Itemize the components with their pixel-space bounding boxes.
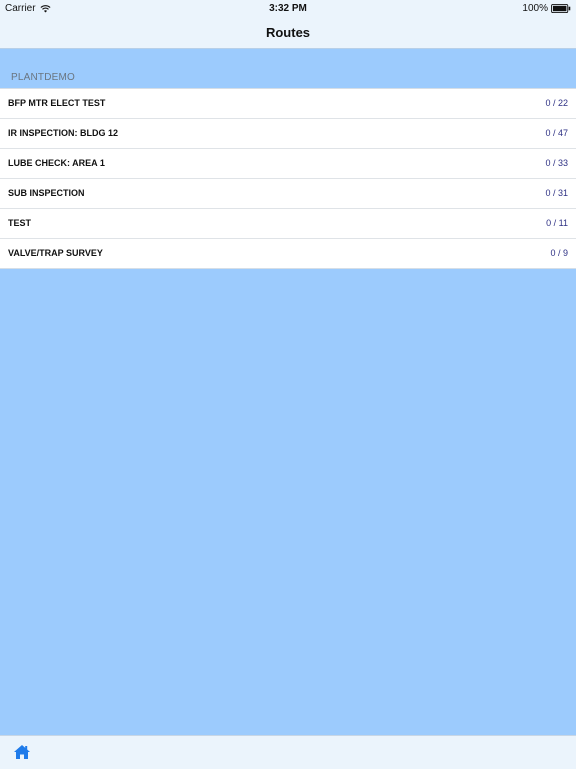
route-row[interactable]: IR INSPECTION: BLDG 12 0 / 47 — [0, 119, 576, 149]
route-list: BFP MTR ELECT TEST 0 / 22 IR INSPECTION:… — [0, 88, 576, 269]
home-icon[interactable] — [13, 744, 31, 760]
battery-group: 100% — [522, 3, 571, 14]
route-row[interactable]: SUB INSPECTION 0 / 31 — [0, 179, 576, 209]
route-count: 0 / 47 — [545, 128, 568, 138]
route-name: VALVE/TRAP SURVEY — [8, 248, 103, 258]
route-row[interactable]: VALVE/TRAP SURVEY 0 / 9 — [0, 239, 576, 268]
battery-icon — [551, 4, 571, 13]
tab-bar — [0, 735, 576, 769]
route-count: 0 / 33 — [545, 158, 568, 168]
route-count: 0 / 22 — [545, 98, 568, 108]
page-title: Routes — [265, 25, 311, 40]
status-bar: Carrier 3:32 PM 100% — [0, 0, 576, 16]
route-name: LUBE CHECK: AREA 1 — [8, 158, 105, 168]
battery-label: 100% — [522, 3, 548, 14]
route-name: SUB INSPECTION — [8, 188, 85, 198]
route-count: 0 / 11 — [546, 218, 568, 228]
navigation-bar: Routes — [0, 16, 576, 49]
route-name: IR INSPECTION: BLDG 12 — [8, 128, 119, 138]
route-row[interactable]: BFP MTR ELECT TEST 0 / 22 — [0, 89, 576, 119]
route-name: TEST — [8, 218, 32, 228]
route-row[interactable]: LUBE CHECK: AREA 1 0 / 33 — [0, 149, 576, 179]
route-count: 0 / 9 — [550, 248, 568, 258]
route-name: BFP MTR ELECT TEST — [8, 98, 106, 108]
route-count: 0 / 31 — [545, 188, 568, 198]
route-row[interactable]: TEST 0 / 11 — [0, 209, 576, 239]
section-header: PLANTDEMO — [11, 72, 76, 83]
status-time: 3:32 PM — [269, 3, 307, 14]
